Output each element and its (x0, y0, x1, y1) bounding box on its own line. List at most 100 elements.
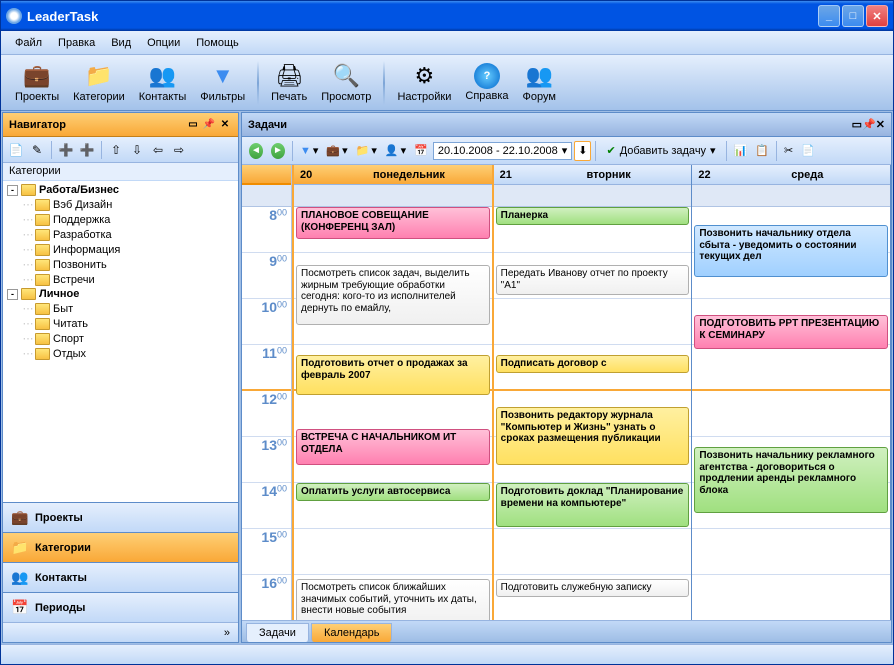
tree-toggle-icon[interactable]: - (7, 185, 18, 196)
pin-icon[interactable]: 📌 (202, 118, 216, 132)
copy-icon[interactable]: 📄 (798, 141, 818, 161)
allday-row[interactable] (294, 185, 492, 207)
menu-help[interactable]: Помощь (188, 34, 247, 52)
nav-back-button[interactable]: ◄ (246, 141, 266, 161)
day-grid[interactable]: ПЛАНОВОЕ СОВЕЩАНИЕ (КОНФЕРЕНЦ ЗАЛ) Посмот… (294, 207, 492, 620)
allday-row[interactable] (494, 185, 692, 207)
group-label: Категории (35, 542, 91, 554)
window-title: LeaderTask (27, 9, 818, 24)
sync-button[interactable]: ⬇ (574, 141, 591, 161)
calendar-event[interactable]: Посмотреть список задач, выделить жирным… (296, 265, 490, 325)
window-icon[interactable]: ▭ (186, 118, 200, 132)
chevron-expand-icon[interactable]: » (224, 627, 230, 639)
calendar-event[interactable]: Подписать договор с (496, 355, 690, 373)
tree-item[interactable]: - Личное (5, 287, 236, 301)
tb-contacts[interactable]: 👥Контакты (133, 60, 193, 105)
group-icon: 📁 (11, 539, 29, 557)
nav-add2-icon[interactable]: ➕ (78, 141, 96, 159)
calendar-event[interactable]: Позвонить начальнику отдела сбыта - увед… (694, 225, 888, 277)
add-task-button[interactable]: ✔Добавить задачу▾ (600, 141, 721, 161)
tree-item[interactable]: ⋯Отдых (5, 346, 236, 361)
nav-group-Периоды[interactable]: 📅Периоды (3, 592, 238, 622)
tab-tasks[interactable]: Задачи (246, 623, 309, 642)
date-range-field[interactable]: 20.10.2008 - 22.10.2008▾ (433, 142, 572, 160)
nav-down-icon[interactable]: ⇩ (128, 141, 146, 159)
nav-group-Проекты[interactable]: 💼Проекты (3, 502, 238, 532)
tree-item[interactable]: ⋯Позвонить (5, 257, 236, 272)
tree-item[interactable]: ⋯Читать (5, 316, 236, 331)
folder-icon (35, 199, 50, 211)
allday-row[interactable] (692, 185, 890, 207)
nav-edit-icon[interactable]: ✎ (28, 141, 46, 159)
date-picker-icon[interactable]: 📅 (411, 141, 431, 161)
tb-filters[interactable]: ▼Фильтры (194, 60, 251, 105)
calendar-event[interactable]: Позвонить редактору журнала "Компьютер и… (496, 407, 690, 465)
close-panel-icon[interactable]: ✕ (876, 118, 885, 131)
chart-icon[interactable]: 📊 (731, 141, 751, 161)
calendar-event[interactable]: Подготовить отчет о продажах за февраль … (296, 355, 490, 395)
filter-dropdown[interactable]: ▼▾ (297, 141, 321, 161)
statusbar (1, 644, 893, 664)
menu-file[interactable]: Файл (7, 34, 50, 52)
tb-categories[interactable]: 📁Категории (67, 60, 131, 105)
tree-item[interactable]: ⋯Встречи (5, 272, 236, 287)
calendar-event[interactable]: Оплатить услуги автосервиса (296, 483, 490, 501)
nav-group-Категории[interactable]: 📁 Категории (3, 532, 238, 562)
pin-icon[interactable]: 📌 (862, 118, 876, 131)
tree-item[interactable]: ⋯Быт (5, 301, 236, 316)
tree-item[interactable]: - Работа/Бизнес (5, 183, 236, 197)
bottom-tabs: Задачи Календарь (242, 620, 891, 642)
cut-icon[interactable]: ✂ (781, 141, 796, 161)
nav-group-Контакты[interactable]: 👥Контакты (3, 562, 238, 592)
minimize-button[interactable]: _ (818, 5, 840, 27)
tree-item[interactable]: ⋯Поддержка (5, 212, 236, 227)
tab-calendar[interactable]: Календарь (311, 623, 393, 642)
nav-new-icon[interactable]: 📄 (7, 141, 25, 159)
tree-item[interactable]: ⋯Информация (5, 242, 236, 257)
nav-up-icon[interactable]: ⇧ (107, 141, 125, 159)
nav-add-icon[interactable]: ➕ (57, 141, 75, 159)
calendar-event[interactable]: Посмотреть список ближайших значимых соб… (296, 579, 490, 620)
calendar-event[interactable]: ПЛАНОВОЕ СОВЕЩАНИЕ (КОНФЕРЕНЦ ЗАЛ) (296, 207, 490, 239)
calendar-event[interactable]: ВСТРЕЧА С НАЧАЛЬНИКОМ ИТ ОТДЕЛА (296, 429, 490, 465)
calendar-event[interactable]: Планерка (496, 207, 690, 225)
tree-item[interactable]: ⋯Разработка (5, 227, 236, 242)
nav-left-icon[interactable]: ⇦ (149, 141, 167, 159)
menu-options[interactable]: Опции (139, 34, 188, 52)
tree-label: Личное (39, 288, 79, 300)
navigator-toolbar: 📄 ✎ ➕ ➕ ⇧ ⇩ ⇦ ⇨ (3, 137, 238, 163)
menu-view[interactable]: Вид (103, 34, 139, 52)
folder-icon: 📁 (356, 144, 370, 157)
tb-settings[interactable]: ⚙Настройки (391, 60, 457, 105)
tree-label: Вэб Дизайн (53, 199, 112, 211)
day-grid[interactable]: Планерка Передать Иванову отчет по проект… (494, 207, 692, 620)
app-window: LeaderTask _ □ ✕ Файл Правка Вид Опции П… (0, 0, 894, 665)
project-dropdown[interactable]: 💼▾ (323, 141, 350, 161)
folder-dropdown[interactable]: 📁▾ (353, 141, 380, 161)
day-grid[interactable]: Позвонить начальнику отдела сбыта - увед… (692, 207, 890, 620)
contact-dropdown[interactable]: 👤▾ (382, 141, 409, 161)
nav-right-icon[interactable]: ⇨ (170, 141, 188, 159)
tb-print[interactable]: 🖨Печать (265, 60, 313, 105)
tb-help[interactable]: ?Справка (459, 61, 514, 104)
tb-forum[interactable]: 👥Форум (517, 60, 562, 105)
tree-toggle-icon[interactable]: - (7, 289, 18, 300)
calendar-event[interactable]: ПОДГОТОВИТЬ PPT ПРЕЗЕНТАЦИЮ К СЕМИНАРУ (694, 315, 888, 349)
tb-preview[interactable]: 🔍Просмотр (315, 60, 377, 105)
tb-projects[interactable]: 💼Проекты (9, 60, 65, 105)
tree-item[interactable]: ⋯Вэб Дизайн (5, 197, 236, 212)
time-column: 8009001000110012001300140015001600 (242, 165, 292, 620)
close-panel-icon[interactable]: ✕ (218, 118, 232, 132)
tree-label: Работа/Бизнес (39, 184, 119, 196)
close-button[interactable]: ✕ (866, 5, 888, 27)
calendar-event[interactable]: Подготовить доклад "Планирование времени… (496, 483, 690, 527)
tree-item[interactable]: ⋯Спорт (5, 331, 236, 346)
calendar-event[interactable]: Передать Иванову отчет по проекту "А1" (496, 265, 690, 295)
list-icon[interactable]: 📋 (752, 141, 772, 161)
window-icon[interactable]: ▭ (852, 118, 862, 131)
menu-edit[interactable]: Правка (50, 34, 103, 52)
calendar-event[interactable]: Позвонить начальнику рекламного агентств… (694, 447, 888, 513)
nav-forward-button[interactable]: ► (268, 141, 288, 161)
maximize-button[interactable]: □ (842, 5, 864, 27)
calendar-event[interactable]: Подготовить служебную записку (496, 579, 690, 597)
